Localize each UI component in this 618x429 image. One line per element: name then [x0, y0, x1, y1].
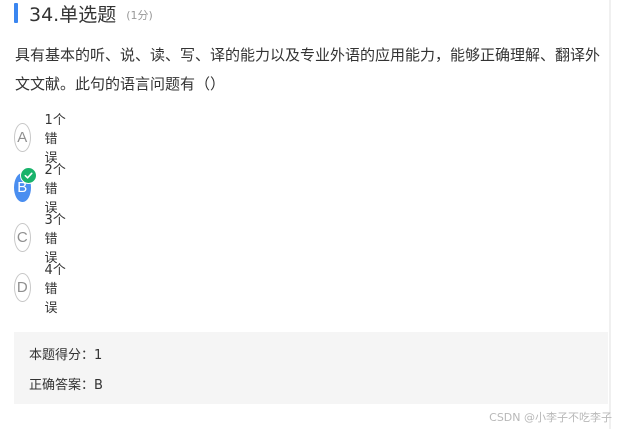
option-c[interactable]: C 3个错误 [14, 213, 70, 266]
option-label: 1个错误 [44, 112, 66, 166]
option-b[interactable]: B 2个错误 [14, 163, 70, 216]
option-label: 3个错误 [44, 212, 66, 266]
option-a-radio[interactable]: A [14, 122, 31, 152]
result-panel: 本题得分：1 正确答案：B [14, 332, 608, 404]
question-card: 34.单选题 (1分) 具有基本的听、说、读、写、译的能力以及专业外语的应用能力… [0, 0, 618, 429]
question-header: 34.单选题 (1分) [14, 1, 153, 26]
option-b-radio[interactable]: B [14, 166, 37, 202]
option-letter: D [16, 278, 28, 296]
correct-answer: 正确答案：B [29, 378, 103, 393]
option-d[interactable]: D 4个错误 [14, 263, 70, 316]
panel-edge-divider [609, 0, 611, 429]
option-label: 2个错误 [44, 162, 66, 216]
check-icon [19, 166, 37, 184]
option-d-radio[interactable]: D [14, 272, 31, 302]
option-c-radio[interactable]: C [14, 222, 31, 252]
option-label: 4个错误 [44, 262, 66, 316]
option-letter: A [17, 128, 28, 146]
title-accent-bar [14, 3, 18, 23]
option-a[interactable]: A 1个错误 [14, 113, 70, 166]
option-letter: C [16, 228, 28, 246]
score-result: 本题得分：1 [29, 348, 103, 363]
watermark: CSDN @小李子不吃李子 [489, 411, 612, 424]
question-text: 具有基本的听、说、读、写、译的能力以及专业外语的应用能力，能够正确理解、翻译外文… [15, 46, 601, 93]
question-title: 34.单选题 [29, 3, 117, 26]
question-score: (1分) [126, 9, 153, 22]
